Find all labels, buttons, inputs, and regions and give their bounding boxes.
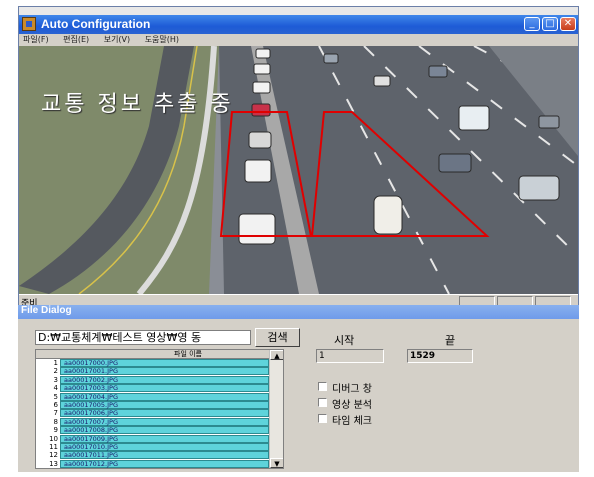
file-name-cell[interactable]: aa00017009.JPG — [60, 434, 269, 443]
scroll-down-arrow-icon[interactable]: ▼ — [270, 458, 283, 468]
table-row[interactable]: 5 aa00017004.JPG — [36, 392, 269, 401]
vertical-scrollbar[interactable]: ▲ ▼ — [269, 350, 283, 468]
file-name-cell[interactable]: aa00017003.JPG — [60, 384, 269, 393]
debug-window-checkbox[interactable] — [318, 382, 327, 391]
menu-bar: 파일(F) 편집(E) 보기(V) 도움말(H) — [19, 34, 578, 46]
folder-path-input[interactable]: D:₩교통체계₩테스트 영상₩영 동 — [35, 330, 251, 345]
row-number: 6 — [36, 401, 60, 409]
file-name-cell[interactable]: aa00017006.JPG — [60, 409, 269, 418]
file-name-cell[interactable]: aa00017011.JPG — [60, 451, 269, 460]
column-header-filename[interactable]: 파일 이름 — [174, 350, 202, 359]
window-title: Auto Configuration — [41, 17, 151, 31]
table-row[interactable]: 3 aa00017002.JPG — [36, 375, 269, 384]
row-number: 3 — [36, 375, 60, 384]
title-bar[interactable]: Auto Configuration _ □ ✕ — [19, 15, 578, 34]
row-number: 5 — [36, 392, 60, 401]
road-scene — [19, 46, 578, 294]
menu-edit[interactable]: 편집(E) — [63, 34, 89, 46]
row-number: 9 — [36, 426, 60, 435]
search-button[interactable]: 검색 — [255, 328, 300, 347]
table-row[interactable]: 10 aa00017009.JPG — [36, 434, 269, 443]
file-name-cell[interactable]: aa00017012.JPG — [60, 459, 269, 468]
time-check-label: 타임 체크 — [332, 416, 372, 427]
row-number: 11 — [36, 443, 60, 451]
table-header: 파일 이름 — [36, 350, 269, 359]
debug-window-label: 디버그 창 — [332, 384, 372, 395]
start-label: 시작 — [334, 334, 355, 347]
scroll-up-arrow-icon[interactable]: ▲ — [270, 350, 283, 360]
table-row[interactable]: 12 aa00017011.JPG — [36, 451, 269, 460]
file-name-cell[interactable]: aa00017008.JPG — [60, 426, 269, 435]
dialog-title-bar[interactable]: File Dialog — [18, 305, 579, 319]
table-row[interactable]: 11 aa00017010.JPG — [36, 443, 269, 451]
maximize-button[interactable]: □ — [542, 17, 558, 31]
close-button[interactable]: ✕ — [560, 17, 576, 31]
row-number: 2 — [36, 367, 60, 376]
file-name-cell[interactable]: aa00017004.JPG — [60, 392, 269, 401]
minimize-button[interactable]: _ — [524, 17, 540, 31]
row-number: 8 — [36, 417, 60, 426]
video-analysis-label: 영상 분석 — [332, 400, 372, 411]
file-list-table[interactable]: 파일 이름 1 aa00017000.JPG 2 aa00017001.JPG 3 aa0… — [35, 349, 284, 469]
row-number: 10 — [36, 434, 60, 443]
file-dialog-window: File Dialog D:₩교통체계₩테스트 영상₩영 동 검색 시작 끝 1… — [18, 305, 579, 472]
menu-view[interactable]: 보기(V) — [104, 34, 130, 46]
row-number: 1 — [36, 359, 60, 367]
menu-file[interactable]: 파일(F) — [23, 34, 49, 46]
end-frame-field[interactable]: 1529 — [407, 349, 473, 363]
file-name-cell[interactable]: aa00017010.JPG — [60, 443, 269, 451]
table-body: 1 aa00017000.JPG 2 aa00017001.JPG 3 aa0001700… — [36, 359, 269, 468]
menu-help[interactable]: 도움말(H) — [145, 34, 179, 46]
file-name-cell[interactable]: aa00017005.JPG — [60, 401, 269, 409]
row-number: 4 — [36, 384, 60, 393]
table-row[interactable]: 7 aa00017006.JPG — [36, 409, 269, 418]
table-row[interactable]: 4 aa00017003.JPG — [36, 384, 269, 393]
traffic-video-view: 교통 정보 추출 중 — [19, 46, 578, 294]
table-row[interactable]: 6 aa00017005.JPG — [36, 401, 269, 409]
row-number: 12 — [36, 451, 60, 460]
table-row[interactable]: 1 aa00017000.JPG — [36, 359, 269, 367]
file-name-cell[interactable]: aa00017007.JPG — [60, 417, 269, 426]
table-row[interactable]: 9 aa00017008.JPG — [36, 426, 269, 435]
table-row[interactable]: 13 aa00017012.JPG — [36, 459, 269, 468]
row-number: 7 — [36, 409, 60, 418]
app-icon — [22, 17, 36, 31]
row-number: 13 — [36, 459, 60, 468]
time-check-checkbox[interactable] — [318, 414, 327, 423]
end-label: 끝 — [445, 334, 456, 347]
file-name-cell[interactable]: aa00017002.JPG — [60, 375, 269, 384]
video-analysis-checkbox[interactable] — [318, 398, 327, 407]
auto-configuration-window: Auto Configuration _ □ ✕ 파일(F) 편집(E) 보기(… — [18, 6, 579, 309]
file-name-cell[interactable]: aa00017000.JPG — [60, 359, 269, 367]
file-name-cell[interactable]: aa00017001.JPG — [60, 367, 269, 376]
dialog-title: File Dialog — [21, 305, 72, 316]
table-row[interactable]: 8 aa00017007.JPG — [36, 417, 269, 426]
extraction-status-overlay: 교통 정보 추출 중 — [41, 92, 234, 117]
table-row[interactable]: 2 aa00017001.JPG — [36, 367, 269, 376]
start-frame-field[interactable]: 1 — [316, 349, 384, 363]
